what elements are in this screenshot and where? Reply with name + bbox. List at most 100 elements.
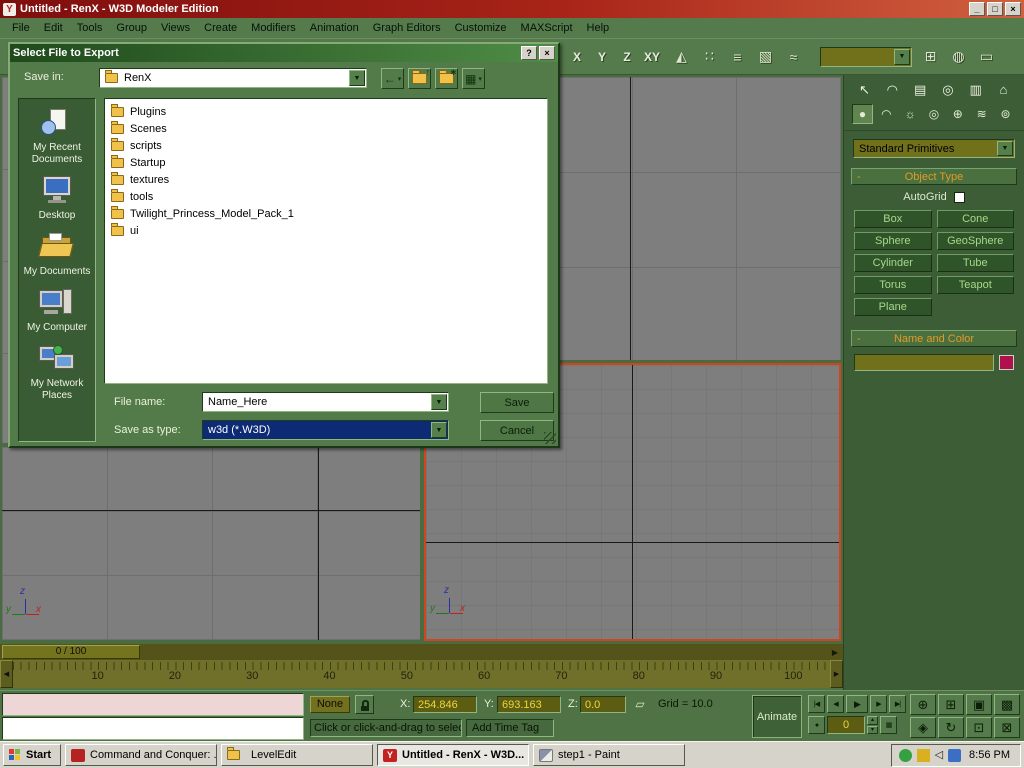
cancel-button[interactable]: Cancel [480,420,554,441]
folder-item[interactable]: Plugins [107,103,545,120]
goto-start-button[interactable]: |◀ [808,695,825,713]
timeline-right-arrow[interactable]: ▶ [830,660,843,688]
dropdown-arrow-icon[interactable]: ▼ [894,49,910,65]
time-config-button[interactable]: ▦ [880,716,897,734]
up-one-level-icon[interactable]: ↑ [408,68,431,89]
spinner-down-icon[interactable]: ▾ [867,726,878,735]
save-as-type-dropdown[interactable]: w3d (*.W3D) ▼ [202,420,449,440]
file-name-input[interactable]: Name_Here ▼ [202,392,449,412]
taskbar-item-leveledit[interactable]: LevelEdit [221,744,373,766]
zoom-extents-icon[interactable]: ▣ [966,694,992,715]
object-color-swatch[interactable] [999,355,1014,370]
key-mode-button[interactable]: ● [808,716,825,734]
array-icon[interactable]: ∷ [697,45,722,69]
dialog-help-button[interactable]: ? [521,46,537,60]
primitive-button[interactable]: Cone [937,210,1015,228]
tray-network-icon[interactable] [948,749,961,762]
primitive-button[interactable]: Teapot [937,276,1015,294]
zoom-extents-all-icon[interactable]: ▩ [994,694,1020,715]
tray-status-icon[interactable] [899,749,912,762]
material-editor-icon[interactable]: ◍ [946,45,971,69]
viewport-bottom-left[interactable]: z y x [2,447,420,640]
prev-frame-button[interactable]: ◀ [827,695,844,713]
named-selection-dropdown[interactable]: ▼ [820,47,912,67]
create-tab-icon[interactable]: ↖ [854,80,875,99]
menu-item[interactable]: MAXScript [514,19,580,37]
back-icon[interactable]: ←▾ [381,68,404,89]
layer-manager-icon[interactable]: ▧ [753,45,778,69]
menu-item[interactable]: Graph Editors [366,19,448,37]
time-slider[interactable]: 0 / 100 [2,645,140,659]
place-my-computer[interactable]: My Computer [20,289,94,334]
goto-end-button[interactable]: ▶| [889,695,906,713]
place-desktop[interactable]: Desktop [20,177,94,222]
primitive-category-dropdown[interactable]: Standard Primitives ▼ [853,139,1015,158]
cameras-category-icon[interactable]: ◎ [923,104,944,124]
object-type-rollout[interactable]: - Object Type [851,168,1017,185]
menu-item[interactable]: Animation [303,19,366,37]
window-titlebar[interactable]: Y Untitled - RenX - W3D Modeler Edition … [0,0,1024,18]
schematic-view-icon[interactable]: ⊞ [918,45,943,69]
start-button[interactable]: Start [3,744,61,766]
folder-item[interactable]: scripts [107,137,545,154]
menu-item[interactable]: Help [580,19,617,37]
taskbar-item-cnc[interactable]: Command and Conquer: ... [65,744,217,766]
save-in-dropdown[interactable]: RenX ▼ [99,68,367,88]
volume-icon[interactable]: ◁ [935,749,943,762]
close-button[interactable]: × [1005,2,1021,16]
menu-item[interactable]: Tools [70,19,110,37]
folder-item[interactable]: tools [107,188,545,205]
dropdown-arrow-icon[interactable]: ▼ [431,422,447,438]
folder-item[interactable]: ui [107,222,545,239]
x-coord-field[interactable]: 254.846 [413,696,477,713]
timeline-left-arrow[interactable]: ◀ [0,660,13,688]
taskbar-item-paint[interactable]: step1 - Paint [533,744,685,766]
autogrid-checkbox[interactable] [954,192,965,203]
object-name-field[interactable] [854,354,994,371]
view-menu-icon[interactable]: ▦▾ [462,68,485,89]
animate-button[interactable]: Animate [752,695,802,738]
menu-item[interactable]: Views [154,19,197,37]
motion-tab-icon[interactable]: ◎ [937,80,958,99]
resize-grip[interactable] [544,432,556,444]
menu-item[interactable]: Modifiers [244,19,303,37]
offset-mode-icon[interactable]: ▱ [632,697,648,713]
next-frame-button[interactable]: ▶ [870,695,887,713]
restrict-xy-button[interactable]: XY [641,45,663,69]
zoom-icon[interactable]: ⊕ [910,694,936,715]
helpers-category-icon[interactable]: ⊕ [947,104,968,124]
spacewarps-category-icon[interactable]: ≋ [971,104,992,124]
modify-tab-icon[interactable]: ◠ [882,80,903,99]
dropdown-arrow-icon[interactable]: ▼ [349,70,365,86]
menu-item[interactable]: Customize [448,19,514,37]
hierarchy-tab-icon[interactable]: ▤ [910,80,931,99]
region-zoom-icon[interactable]: ⊡ [966,717,992,738]
minimize-button[interactable]: _ [969,2,985,16]
selection-none-button[interactable]: None [310,696,350,713]
current-frame-field[interactable]: 0 [827,716,865,734]
primitive-button[interactable]: Torus [854,276,932,294]
primitive-button[interactable]: Tube [937,254,1015,272]
curve-editor-icon[interactable]: ≈ [781,45,806,69]
folder-item[interactable]: textures [107,171,545,188]
track-bar[interactable]: 0 / 100 ▶ [0,644,843,660]
dropdown-arrow-icon[interactable]: ▼ [431,394,447,410]
maxscript-listener-macro-pane[interactable] [2,693,304,716]
utilities-tab-icon[interactable]: ⌂ [993,80,1014,99]
primitive-button[interactable]: GeoSphere [937,232,1015,250]
menu-item[interactable]: Create [197,19,244,37]
maximize-button[interactable]: □ [987,2,1003,16]
mirror-icon[interactable]: ◭ [669,45,694,69]
add-time-tag[interactable]: Add Time Tag [466,719,554,737]
primitive-button[interactable]: Cylinder [854,254,932,272]
folder-item[interactable]: Twilight_Princess_Model_Pack_1 [107,205,545,222]
lights-category-icon[interactable]: ☼ [900,104,921,124]
systems-category-icon[interactable]: ⊚ [995,104,1016,124]
primitive-button[interactable]: Box [854,210,932,228]
geometry-category-icon[interactable]: ● [852,104,873,124]
pan-icon[interactable]: ◈ [910,717,936,738]
name-color-rollout[interactable]: - Name and Color [851,330,1017,347]
primitive-button[interactable]: Sphere [854,232,932,250]
shapes-category-icon[interactable]: ◠ [876,104,897,124]
taskbar-item-renx-active[interactable]: Y Untitled - RenX - W3D... [377,744,529,766]
